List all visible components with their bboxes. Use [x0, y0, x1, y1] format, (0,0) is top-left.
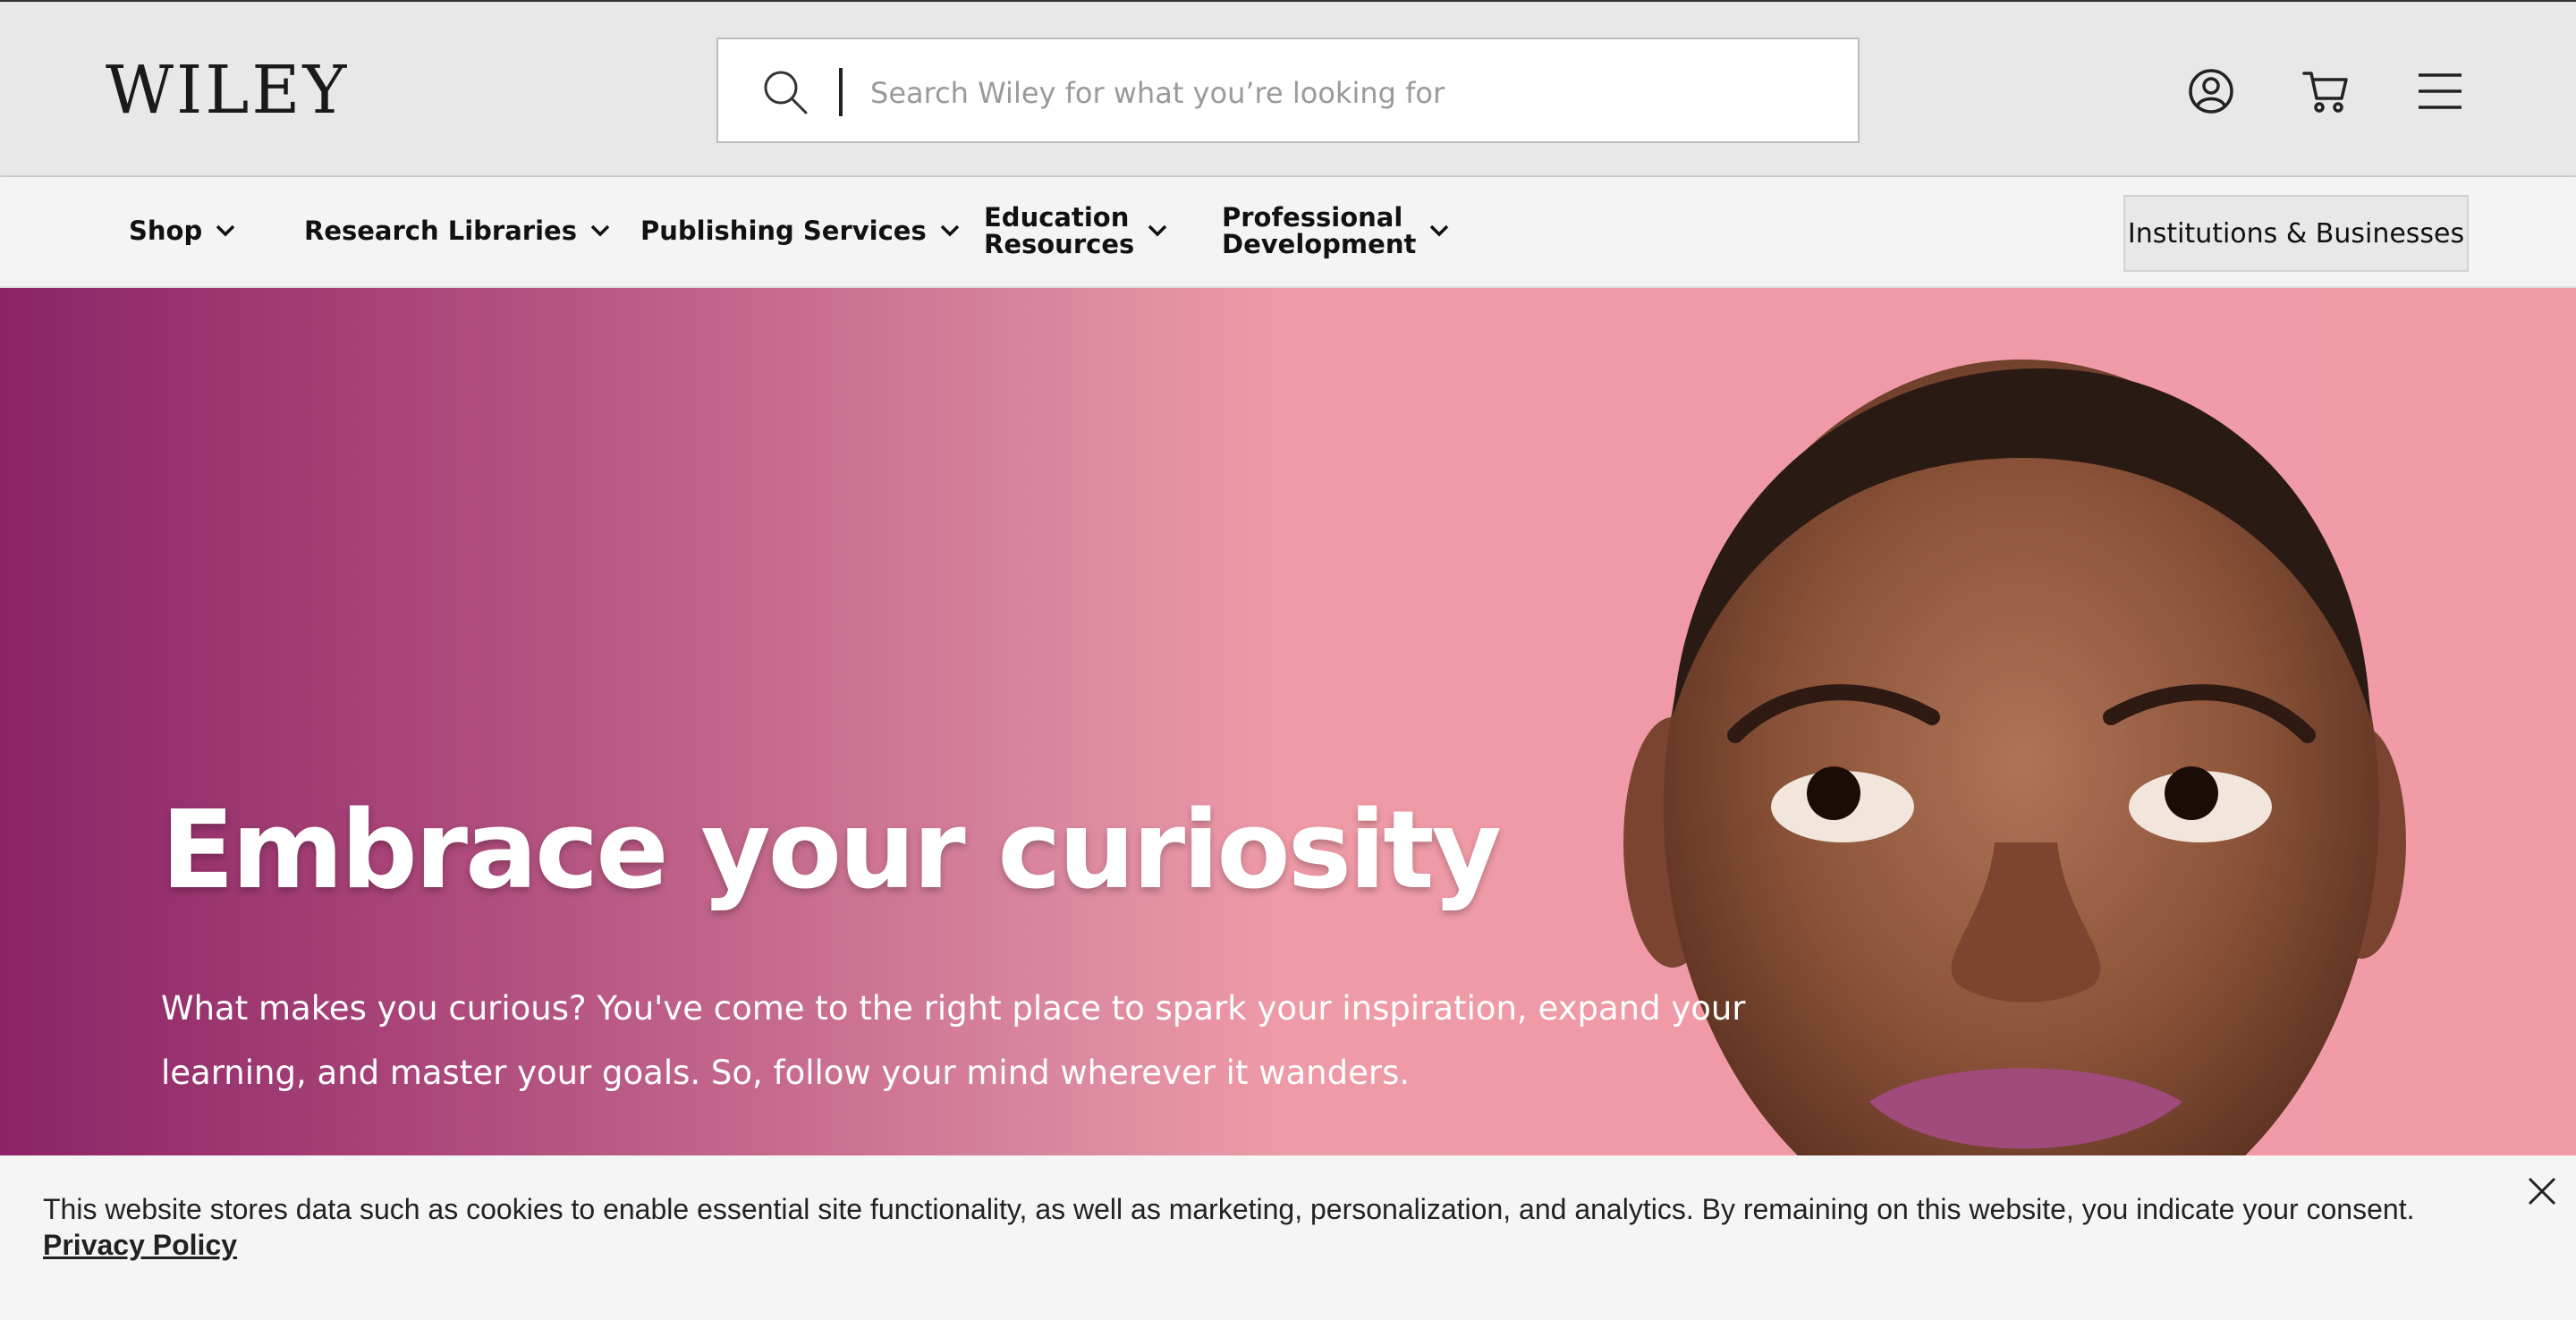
nav-item-label: Professional Development: [1222, 202, 1417, 259]
menu-icon[interactable]: [2415, 66, 2465, 116]
nav-item-label: Education Resources: [984, 202, 1135, 259]
cart-icon[interactable]: [2301, 66, 2351, 116]
hero-banner: Embrace your curiosity What makes you cu…: [0, 288, 2576, 1155]
chevron-down-icon: [1430, 224, 1449, 237]
text-cursor: [839, 68, 843, 116]
search-box[interactable]: [716, 38, 1860, 143]
nav-item-research-libraries[interactable]: Research Libraries: [304, 217, 611, 244]
chevron-down-icon: [1148, 224, 1167, 237]
nav-item-shop[interactable]: Shop: [129, 217, 236, 244]
search-input[interactable]: [869, 61, 1820, 125]
close-icon[interactable]: [2526, 1175, 2558, 1207]
nav-item-label: Research Libraries: [304, 216, 577, 246]
cookie-message: This website stores data such as cookies…: [43, 1193, 2415, 1225]
chevron-down-icon: [216, 224, 235, 237]
nav-item-publishing-services[interactable]: Publishing Services: [640, 217, 961, 244]
search-icon[interactable]: [761, 68, 809, 116]
privacy-policy-link[interactable]: Privacy Policy: [43, 1227, 237, 1263]
wiley-logo[interactable]: WILEY: [106, 52, 349, 129]
hero-title: Embrace your curiosity: [161, 789, 1502, 913]
nav-item-label: Publishing Services: [640, 216, 927, 246]
nav-item-label: Shop: [129, 216, 203, 246]
nav-item-education-resources[interactable]: Education Resources: [984, 204, 1168, 258]
chevron-down-icon: [590, 224, 610, 237]
site-header: WILEY: [0, 0, 2576, 177]
chevron-down-icon: [940, 224, 959, 237]
account-icon[interactable]: [2186, 66, 2236, 116]
cookie-banner: This website stores data such as cookies…: [0, 1155, 2576, 1320]
institutions-businesses-button[interactable]: Institutions & Businesses: [2123, 195, 2469, 272]
nav-item-professional-development[interactable]: Professional Development: [1222, 204, 1450, 258]
hero-description: What makes you curious? You've come to t…: [161, 989, 1746, 1092]
